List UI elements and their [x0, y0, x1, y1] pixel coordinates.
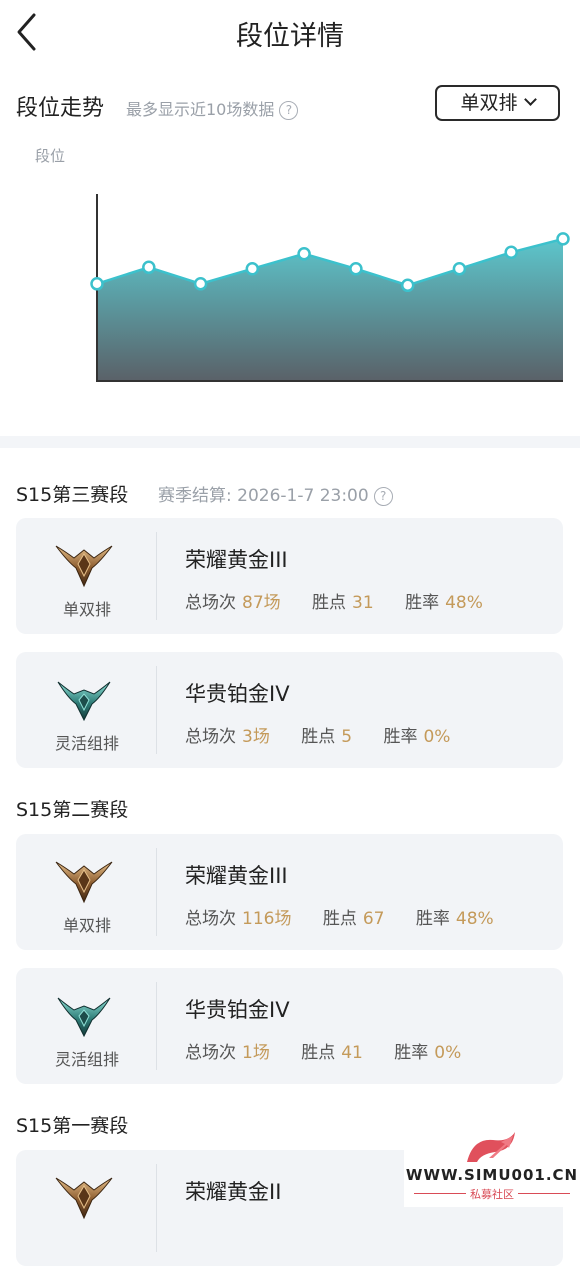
total-games-value: 1场: [242, 1043, 270, 1063]
trend-note-text: 最多显示近10场数据: [126, 100, 275, 119]
gold-rank-icon: [54, 1172, 114, 1222]
queue-mode-label: 灵活组排: [54, 1050, 119, 1069]
chart-point-3: [193, 277, 208, 291]
queue-mode-label: 灵活组排: [54, 734, 119, 753]
chart-point-8: [452, 262, 467, 276]
win-rate-value: 0%: [434, 1043, 462, 1063]
rank-name: 荣耀黄金III: [185, 548, 288, 572]
gold-rank-icon: [54, 540, 114, 590]
card-separator: [156, 1164, 157, 1252]
section-divider: [0, 436, 580, 448]
chart-point-10: [556, 232, 570, 246]
chart-y-label: 段位: [35, 147, 66, 165]
rank-card[interactable]: 灵活组排 华贵铂金IV 总场次 3场 胜点 5 胜率 0%: [16, 652, 563, 768]
win-rate-value: 0%: [423, 727, 451, 747]
help-icon[interactable]: ?: [279, 101, 299, 120]
win-rate-label: 胜率: [383, 727, 418, 747]
chevron-down-icon: [523, 93, 537, 106]
header-bar: 段位详情: [0, 0, 580, 66]
mode-select-dropdown[interactable]: 单双排: [435, 85, 560, 121]
help-icon[interactable]: ?: [373, 487, 393, 506]
mode-select-label: 单双排: [460, 92, 518, 114]
season-title: S15第一赛段: [16, 1115, 129, 1137]
watermark-text: WWW.SIMU001.CN: [405, 1166, 579, 1184]
win-points-label: 胜点: [312, 593, 347, 613]
watermark-sub: 私募社区: [470, 1188, 514, 1201]
rank-name: 华贵铂金IV: [185, 682, 290, 706]
rank-card[interactable]: 灵活组排 华贵铂金IV 总场次 1场 胜点 41 胜率 0%: [16, 968, 563, 1084]
season-settle-time: 赛季结算: 2026-1-7 23:00?: [158, 481, 393, 506]
total-games-value: 87场: [242, 593, 281, 613]
watermark: WWW.SIMU001.CN 私募社区: [404, 1122, 580, 1207]
win-points-value: 67: [362, 909, 385, 929]
trend-header: 段位走势 最多显示近10场数据? 单双排: [16, 85, 564, 124]
rank-name: 荣耀黄金III: [185, 864, 288, 888]
win-points-value: 41: [341, 1043, 363, 1063]
chart-point-2: [142, 260, 156, 275]
card-separator: [156, 848, 157, 936]
rank-card[interactable]: 单双排 荣耀黄金III 总场次 87场 胜点 31 胜率 48%: [16, 518, 563, 634]
watermark-line: [518, 1193, 570, 1194]
gold-rank-icon: [54, 856, 114, 906]
rank-name: 荣耀黄金II: [185, 1180, 282, 1204]
platinum-rank-icon: [54, 674, 114, 724]
trend-note: 最多显示近10场数据?: [126, 96, 299, 120]
win-rate-value: 48%: [445, 593, 483, 613]
total-games-label: 总场次: [185, 727, 236, 747]
total-games-value: 116场: [242, 909, 292, 929]
win-rate-value: 48%: [455, 909, 494, 929]
total-games-value: 3场: [242, 727, 270, 747]
win-rate-label: 胜率: [415, 909, 450, 929]
watermark-logo-icon: [467, 1132, 515, 1162]
rank-name: 华贵铂金IV: [185, 998, 290, 1022]
total-games-label: 总场次: [185, 1043, 236, 1063]
win-points-label: 胜点: [301, 727, 336, 747]
rank-stats: 总场次 3场 胜点 5 胜率 0%: [185, 722, 450, 747]
chart-point-1: [90, 277, 104, 291]
total-games-label: 总场次: [185, 909, 236, 929]
win-points-value: 31: [352, 593, 374, 613]
card-separator: [156, 666, 157, 754]
win-rate-label: 胜率: [394, 1043, 429, 1063]
page-title: 段位详情: [236, 21, 344, 52]
rank-stats: 总场次 1场 胜点 41 胜率 0%: [185, 1038, 461, 1063]
season-settle-text: 赛季结算: 2026-1-7 23:00: [158, 486, 369, 506]
chart-point-4: [245, 262, 260, 276]
chart-point-6: [349, 262, 363, 276]
season-title: S15第二赛段: [16, 799, 129, 821]
trend-title: 段位走势: [16, 96, 105, 121]
rank-card[interactable]: 单双排 荣耀黄金III 总场次 116场 胜点 67 胜率 48%: [16, 834, 563, 950]
win-rate-label: 胜率: [405, 593, 440, 613]
card-separator: [156, 982, 157, 1070]
queue-mode-label: 单双排: [62, 600, 111, 619]
chart-point-9: [504, 245, 518, 260]
card-separator: [156, 532, 157, 620]
chart-point-5: [297, 247, 311, 261]
win-points-label: 胜点: [301, 1043, 336, 1063]
chart-point-7: [400, 278, 415, 293]
rank-stats: 总场次 116场 胜点 67 胜率 48%: [185, 904, 494, 929]
rank-stats: 总场次 87场 胜点 31 胜率 48%: [185, 588, 483, 613]
queue-mode-label: 单双排: [62, 916, 111, 935]
platinum-rank-icon: [54, 990, 114, 1040]
win-points-label: 胜点: [322, 909, 357, 929]
season-title: S15第三赛段: [16, 484, 129, 506]
rank-trend-chart: [90, 194, 570, 382]
win-points-value: 5: [341, 727, 353, 747]
total-games-label: 总场次: [185, 593, 236, 613]
